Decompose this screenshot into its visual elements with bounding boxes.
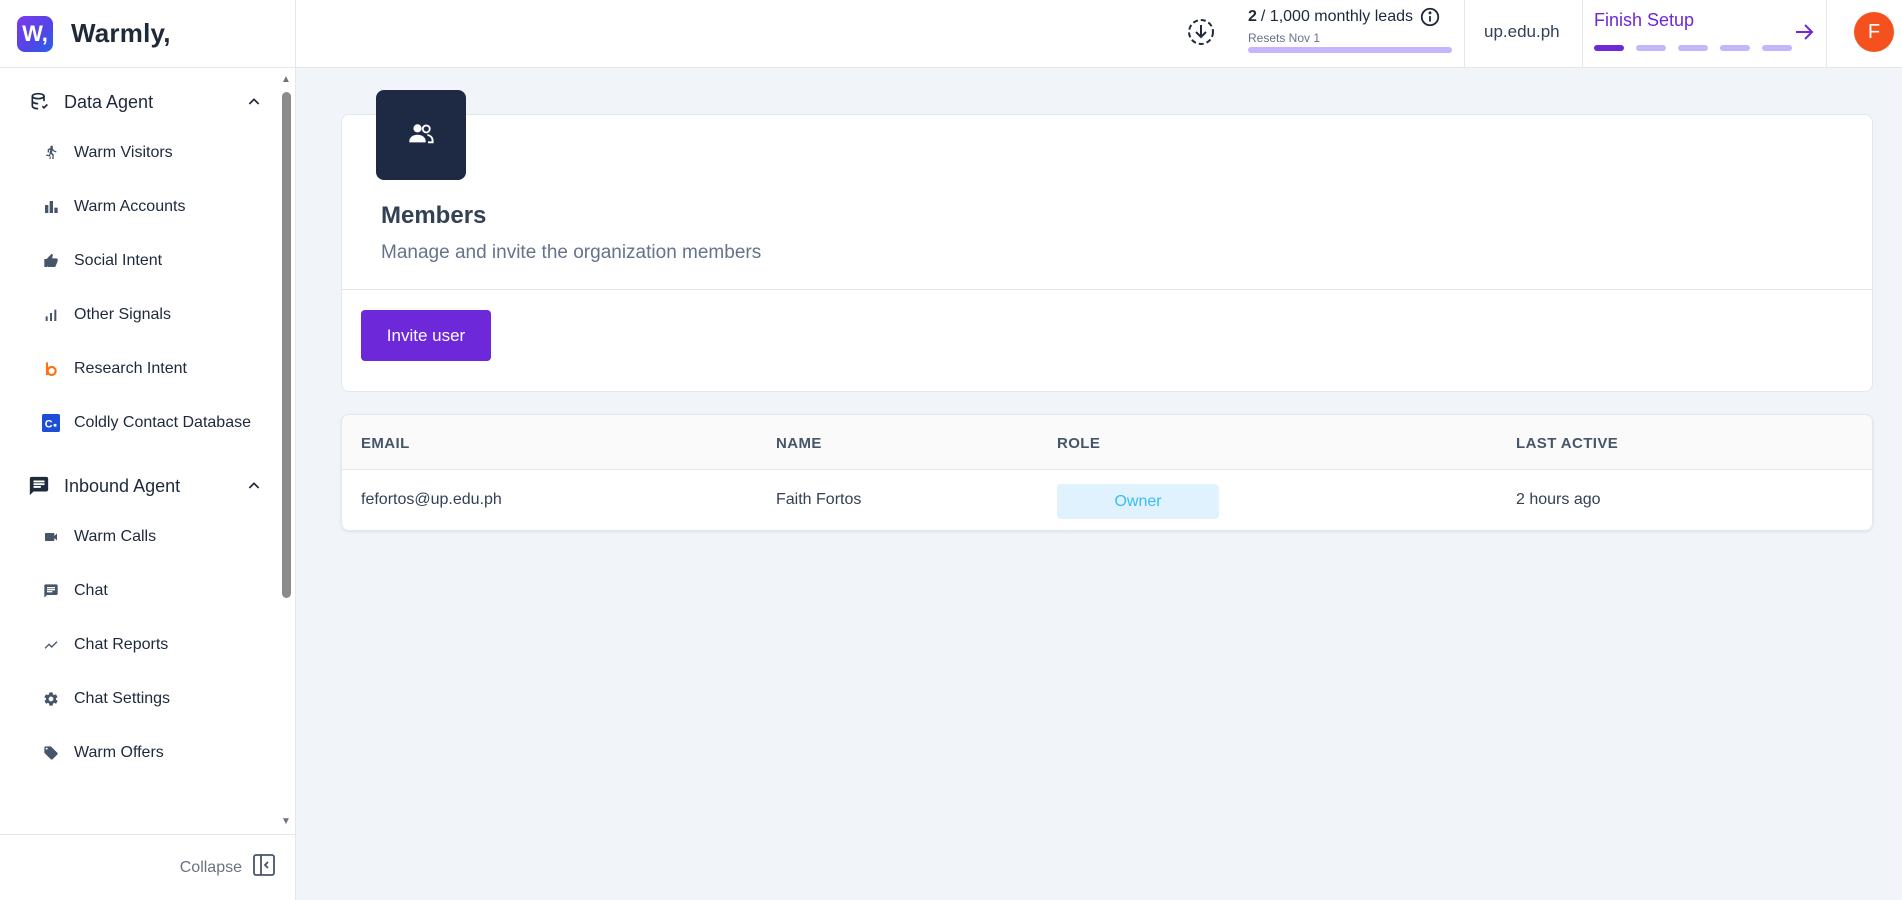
divider <box>1582 0 1583 68</box>
sidebar-item-label: Warm Accounts <box>74 198 186 215</box>
chevron-up-icon[interactable] <box>244 476 264 496</box>
trend-line-icon <box>42 636 60 654</box>
collapse-button[interactable]: Collapse <box>0 834 296 900</box>
section-label: Inbound Agent <box>64 475 181 496</box>
section-label: Data Agent <box>64 91 154 112</box>
top-header: 2 / 1,000 monthly leads Resets Nov 1 up.… <box>296 0 1902 68</box>
sidebar-item-label: Social Intent <box>74 252 163 269</box>
section-inbound-agent[interactable]: Inbound Agent <box>0 462 280 510</box>
sidebar-item-label: Chat Settings <box>74 690 171 707</box>
column-header-role[interactable]: ROLE <box>1057 435 1100 452</box>
chevron-up-icon[interactable] <box>244 92 264 112</box>
monthly-leads-meter: 2 / 1,000 monthly leads Resets Nov 1 <box>1248 6 1462 53</box>
brand-name: Warmly, <box>71 18 171 48</box>
page-title: Members <box>381 202 487 229</box>
members-table: EMAIL NAME ROLE LAST ACTIVE fefortos@up.… <box>341 414 1873 531</box>
finish-setup-title: Finish Setup <box>1594 10 1695 30</box>
sidebar-item-chat-settings[interactable]: Chat Settings <box>0 672 280 726</box>
coldly-logo-icon: C <box>42 414 60 432</box>
sidebar-item-research-intent[interactable]: Research Intent <box>0 342 280 396</box>
setup-step <box>1720 45 1750 51</box>
walking-person-icon <box>42 144 60 162</box>
org-domain[interactable]: up.edu.ph <box>1484 22 1560 42</box>
sidebar: W, Warmly, Data Agent Warm Visitors Warm… <box>0 0 296 900</box>
sidebar-item-label: Coldly Contact Database <box>74 414 251 431</box>
divider <box>1826 0 1827 68</box>
sidebar-item-chat-reports[interactable]: Chat Reports <box>0 618 280 672</box>
sidebar-item-label: Warm Calls <box>74 528 157 545</box>
sidebar-item-chat[interactable]: Chat <box>0 564 280 618</box>
collapse-label: Collapse <box>179 858 242 876</box>
bar-chart-icon <box>42 198 60 216</box>
column-header-email[interactable]: EMAIL <box>361 435 410 452</box>
svg-text:C: C <box>45 419 53 431</box>
table-row[interactable]: fefortos@up.edu.ph Faith Fortos Owner 2 … <box>342 470 1872 530</box>
sidebar-item-coldly-contact-database[interactable]: C Coldly Contact Database <box>0 396 280 450</box>
sidebar-item-label: Warm Visitors <box>74 144 173 161</box>
users-icon <box>407 119 435 152</box>
setup-step <box>1762 45 1792 51</box>
chat-icon <box>42 582 60 600</box>
divider <box>342 289 1872 290</box>
finish-setup-widget[interactable]: Finish Setup <box>1594 10 1804 51</box>
scroll-up-arrow-icon[interactable]: ▲ <box>280 74 292 86</box>
sidebar-scrollbar-thumb[interactable] <box>282 92 291 598</box>
section-data-agent[interactable]: Data Agent <box>0 78 280 126</box>
setup-steps <box>1594 45 1804 51</box>
brand[interactable]: W, Warmly, <box>0 0 295 68</box>
bombora-b-icon <box>42 360 60 378</box>
resets-date: Resets Nov 1 <box>1248 31 1321 45</box>
setup-step <box>1678 45 1708 51</box>
sidebar-item-label: Warm Offers <box>74 744 164 761</box>
signal-bars-icon <box>42 306 60 324</box>
members-tile <box>376 90 466 180</box>
sidebar-item-label: Chat Reports <box>74 636 169 653</box>
cell-name: Faith Fortos <box>776 491 862 508</box>
scroll-down-arrow-icon[interactable]: ▼ <box>280 816 292 828</box>
sidebar-item-warm-offers[interactable]: Warm Offers <box>0 726 280 780</box>
database-icon <box>28 91 50 113</box>
tag-icon <box>42 744 60 762</box>
invite-user-button[interactable]: Invite user <box>361 310 491 361</box>
chat-box-icon <box>28 475 50 497</box>
sidebar-item-warm-calls[interactable]: Warm Calls <box>0 510 280 564</box>
sidebar-item-label: Other Signals <box>74 306 171 323</box>
collapse-sidebar-icon <box>252 853 276 882</box>
sidebar-item-label: Research Intent <box>74 360 187 377</box>
avatar[interactable]: F <box>1854 12 1894 52</box>
sidebar-item-warm-visitors[interactable]: Warm Visitors <box>0 126 280 180</box>
divider <box>1464 0 1465 68</box>
sidebar-nav: Data Agent Warm Visitors Warm Accounts S… <box>0 68 280 834</box>
gear-icon <box>42 690 60 708</box>
sidebar-item-social-intent[interactable]: Social Intent <box>0 234 280 288</box>
leads-progress-bar <box>1248 47 1452 53</box>
sidebar-item-other-signals[interactable]: Other Signals <box>0 288 280 342</box>
info-icon[interactable] <box>1419 6 1441 28</box>
video-camera-icon <box>42 528 60 546</box>
thumbs-up-icon <box>42 252 60 270</box>
arrow-right-icon[interactable] <box>1792 20 1818 46</box>
setup-step <box>1636 45 1666 51</box>
setup-step <box>1594 45 1624 51</box>
role-badge[interactable]: Owner <box>1057 484 1219 519</box>
download-progress-icon[interactable] <box>1186 17 1216 47</box>
warmly-logo: W, <box>17 15 53 52</box>
leads-suffix: / 1,000 monthly leads <box>1260 8 1413 25</box>
leads-count: 2 <box>1248 8 1257 25</box>
page-subtitle: Manage and invite the organization membe… <box>381 242 762 263</box>
table-header: EMAIL NAME ROLE LAST ACTIVE <box>342 415 1872 470</box>
cell-last-active: 2 hours ago <box>1516 491 1601 508</box>
sidebar-item-warm-accounts[interactable]: Warm Accounts <box>0 180 280 234</box>
cell-email: fefortos@up.edu.ph <box>361 491 502 508</box>
sidebar-item-label: Chat <box>74 582 108 599</box>
column-header-last-active[interactable]: LAST ACTIVE <box>1516 435 1618 452</box>
column-header-name[interactable]: NAME <box>776 435 822 452</box>
